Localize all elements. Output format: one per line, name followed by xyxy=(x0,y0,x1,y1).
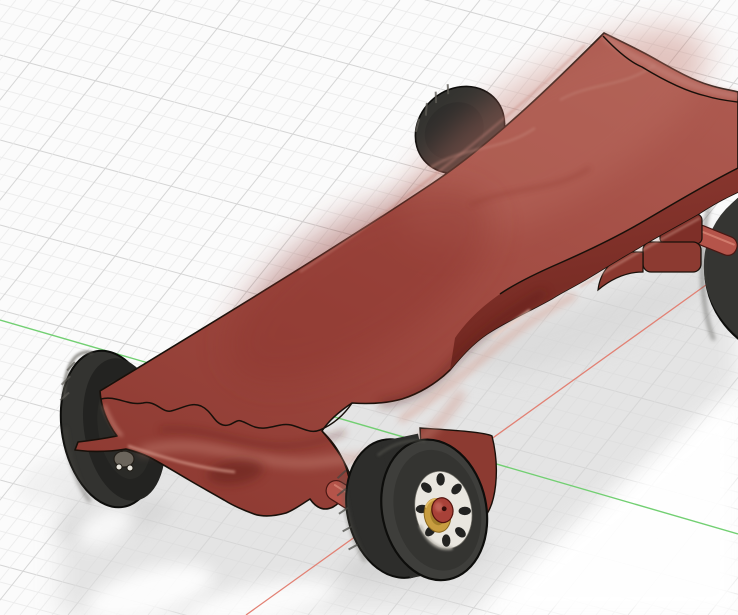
3d-scene xyxy=(0,0,738,615)
cad-viewport-canvas[interactable] xyxy=(0,0,738,615)
